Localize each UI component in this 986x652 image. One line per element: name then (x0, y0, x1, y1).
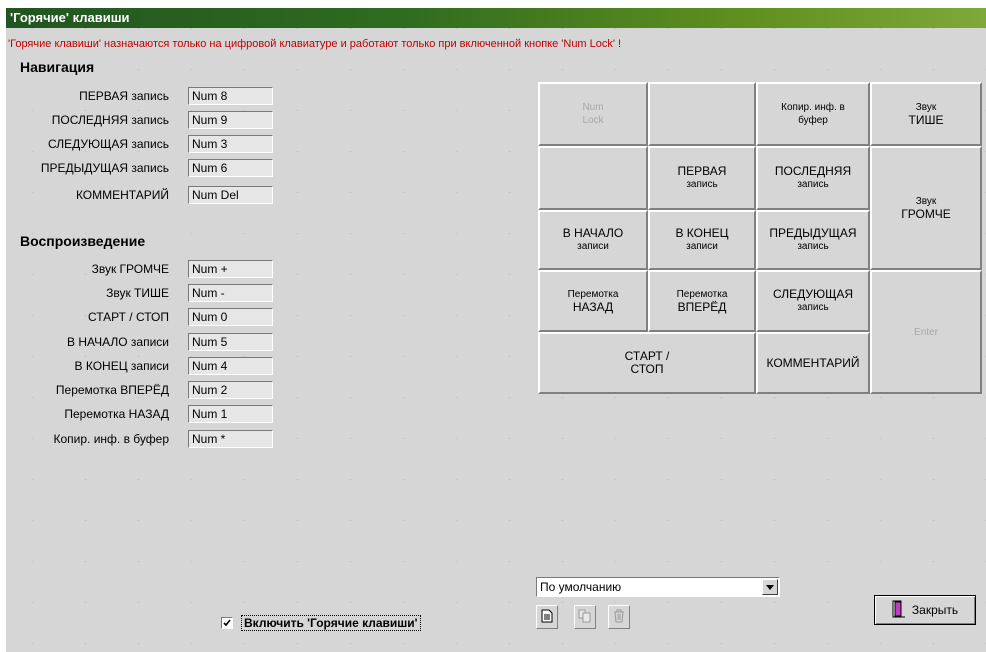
field-to-start[interactable]: Num 5 (188, 333, 273, 351)
key-prev-line2: запись (797, 241, 829, 252)
key-prev-line1: ПРЕДЫДУЩАЯ (769, 226, 857, 240)
label-volume-up: Звук ГРОМЧЕ (91, 262, 169, 276)
key-vol-up-line2: ГРОМЧЕ (901, 207, 951, 221)
key-first-record[interactable]: ПЕРВАЯ запись (648, 146, 756, 210)
field-next-record[interactable]: Num 3 (188, 135, 273, 153)
exit-door-icon (892, 599, 906, 622)
label-first-record: ПЕРВАЯ запись (79, 89, 169, 103)
enable-hotkeys-checkbox[interactable]: Включить 'Горячие клавиши' (221, 615, 421, 631)
key-forward-line2: ВПЕРЁД (677, 300, 727, 314)
key-comment-label: КОММЕНТАРИЙ (766, 355, 860, 370)
key-to-end-line2: записи (686, 241, 718, 252)
field-first-record[interactable]: Num 8 (188, 87, 273, 105)
enable-hotkeys-label: Включить 'Горячие клавиши' (241, 615, 421, 631)
key-last-line2: запись (797, 179, 829, 190)
key-comment[interactable]: КОММЕНТАРИЙ (756, 332, 870, 394)
chevron-down-icon[interactable] (762, 579, 778, 595)
numeric-keypad: Num Lock Копир. инф. в буфер Звук ТИШЕ ПЕРВ… (538, 82, 986, 402)
checkbox-box[interactable] (221, 617, 233, 629)
key-prev-record[interactable]: ПРЕДЫДУЩАЯ запись (756, 210, 870, 270)
field-comment[interactable]: Num Del (188, 186, 273, 204)
field-volume-up[interactable]: Num + (188, 260, 273, 278)
field-to-end[interactable]: Num 4 (188, 357, 273, 375)
field-rewind[interactable]: Num 1 (188, 405, 273, 423)
hotkeys-window: 'Горячие' клавиши 'Горячие клавиши' назн… (6, 8, 986, 652)
key-num-lock[interactable]: Num Lock (538, 82, 648, 146)
key-next-line2: запись (797, 302, 829, 313)
delete-preset-button[interactable] (608, 605, 630, 629)
window-title: 'Горячие' клавиши (6, 8, 986, 28)
key-to-start[interactable]: В НАЧАЛО записи (538, 210, 648, 270)
checkmark-icon (223, 616, 231, 630)
field-start-stop[interactable]: Num 0 (188, 308, 273, 326)
key-enter-label: Enter (914, 326, 938, 338)
key-num-lock-line2: Lock (582, 115, 604, 126)
preset-select-value: По умолчанию (540, 580, 622, 594)
key-last-record[interactable]: ПОСЛЕДНЯЯ запись (756, 146, 870, 210)
key-to-end[interactable]: В КОНЕЦ записи (648, 210, 756, 270)
key-copy-line2: буфер (798, 115, 828, 126)
key-rewind-line2: НАЗАД (572, 300, 614, 314)
label-rewind: Перемотка НАЗАД (64, 407, 169, 421)
trash-icon (613, 609, 625, 626)
key-to-start-line1: В НАЧАЛО (562, 226, 624, 240)
preset-select[interactable]: По умолчанию (536, 577, 780, 597)
label-copy-to-buffer: Копир. инф. в буфер (53, 432, 169, 446)
key-first-line1: ПЕРВАЯ (677, 164, 727, 178)
playback-section-title: Воспроизведение (20, 233, 146, 249)
numlock-warning: 'Горячие клавиши' назначаются только на … (8, 38, 622, 50)
label-to-start: В НАЧАЛО записи (67, 335, 169, 349)
key-num-lock-line1: Num (582, 102, 604, 113)
key-next-line1: СЛЕДУЮЩАЯ (772, 287, 854, 301)
close-button-label: Закрыть (911, 603, 959, 617)
field-volume-down[interactable]: Num - (188, 284, 273, 302)
new-document-icon (541, 609, 553, 626)
label-last-record: ПОСЛЕДНЯЯ запись (51, 113, 169, 127)
field-prev-record[interactable]: Num 6 (188, 159, 273, 177)
key-vol-down-line2: ТИШЕ (908, 113, 944, 127)
key-to-end-line1: В КОНЕЦ (675, 226, 729, 240)
key-start-stop-line2: СТОП (630, 362, 664, 376)
close-button[interactable]: Закрыть (874, 595, 976, 625)
copy-preset-button[interactable] (574, 605, 596, 629)
key-enter[interactable]: Enter (870, 270, 982, 394)
navigation-section-title: Навигация (20, 59, 95, 75)
label-prev-record: ПРЕДЫДУЩАЯ запись (40, 161, 169, 175)
field-fast-forward[interactable]: Num 2 (188, 381, 273, 399)
key-volume-down[interactable]: Звук ТИШЕ (870, 82, 982, 146)
key-volume-up[interactable]: Звук ГРОМЧЕ (870, 146, 982, 270)
key-start-stop[interactable]: СТАРТ / СТОП (538, 332, 756, 394)
label-start-stop: СТАРТ / СТОП (87, 310, 169, 324)
copy-document-icon (578, 609, 592, 626)
label-volume-down: Звук ТИШЕ (106, 286, 169, 300)
label-next-record: СЛЕДУЮЩАЯ запись (47, 137, 169, 151)
key-next-record[interactable]: СЛЕДУЮЩАЯ запись (756, 270, 870, 332)
key-divide-blank[interactable] (648, 82, 756, 146)
label-comment: КОММЕНТАРИЙ (75, 188, 169, 202)
key-rewind[interactable]: Перемотка НАЗАД (538, 270, 648, 332)
field-last-record[interactable]: Num 9 (188, 111, 273, 129)
label-fast-forward: Перемотка ВПЕРЁД (55, 383, 169, 397)
field-copy-to-buffer[interactable]: Num * (188, 430, 273, 448)
new-preset-button[interactable] (536, 605, 558, 629)
key-first-line2: запись (686, 179, 718, 190)
key-last-line1: ПОСЛЕДНЯЯ (774, 164, 852, 178)
key-7-blank[interactable] (538, 146, 648, 210)
key-copy-to-buffer[interactable]: Копир. инф. в буфер (756, 82, 870, 146)
key-copy-line1: Копир. инф. в (781, 102, 845, 113)
key-fast-forward[interactable]: Перемотка ВПЕРЁД (648, 270, 756, 332)
label-to-end: В КОНЕЦ записи (74, 359, 170, 373)
key-to-start-line2: записи (577, 241, 609, 252)
